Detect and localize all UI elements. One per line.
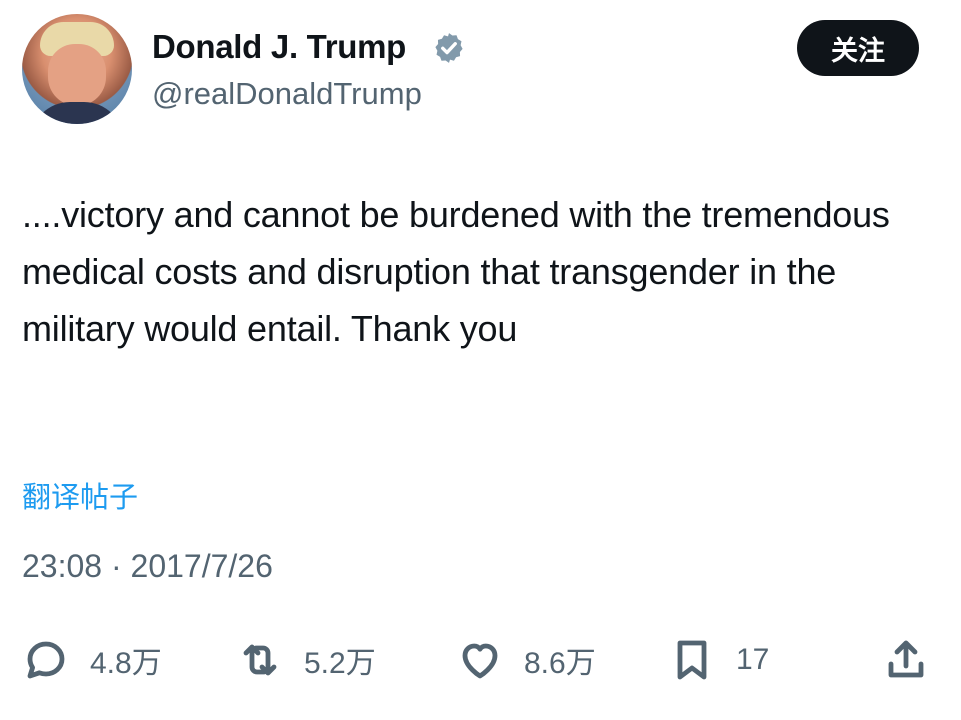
bookmark-button[interactable]: 17 xyxy=(668,630,769,690)
retweet-icon xyxy=(243,644,277,676)
translate-post-link[interactable]: 翻译帖子 xyxy=(22,474,138,516)
follow-button[interactable]: 关注 xyxy=(797,20,919,76)
avatar-face xyxy=(48,44,106,106)
share-icon xyxy=(888,640,924,678)
avatar[interactable] xyxy=(22,14,132,124)
display-name[interactable]: Donald J. Trump xyxy=(152,28,406,66)
user-handle[interactable]: @realDonaldTrump xyxy=(152,76,422,112)
action-bar: 4.8万 5.2万 8.6万 17 xyxy=(0,630,961,690)
bookmark-count: 17 xyxy=(736,643,770,676)
tweet-timestamp[interactable]: 23:08 · 2017/7/26 xyxy=(22,548,273,585)
reply-button[interactable]: 4.8万 xyxy=(22,630,162,690)
reply-icon xyxy=(27,641,65,679)
share-button[interactable] xyxy=(882,630,930,690)
tweet-text: ....victory and cannot be burdened with … xyxy=(22,194,890,349)
heart-icon xyxy=(462,643,498,679)
reply-count: 4.8万 xyxy=(90,647,162,680)
retweet-button[interactable]: 5.2万 xyxy=(236,630,376,690)
like-count: 8.6万 xyxy=(524,647,596,680)
avatar-suit xyxy=(30,102,124,124)
like-button[interactable]: 8.6万 xyxy=(456,630,596,690)
bookmark-icon xyxy=(677,640,707,680)
retweet-count: 5.2万 xyxy=(304,647,376,680)
verified-badge-icon xyxy=(435,33,463,63)
